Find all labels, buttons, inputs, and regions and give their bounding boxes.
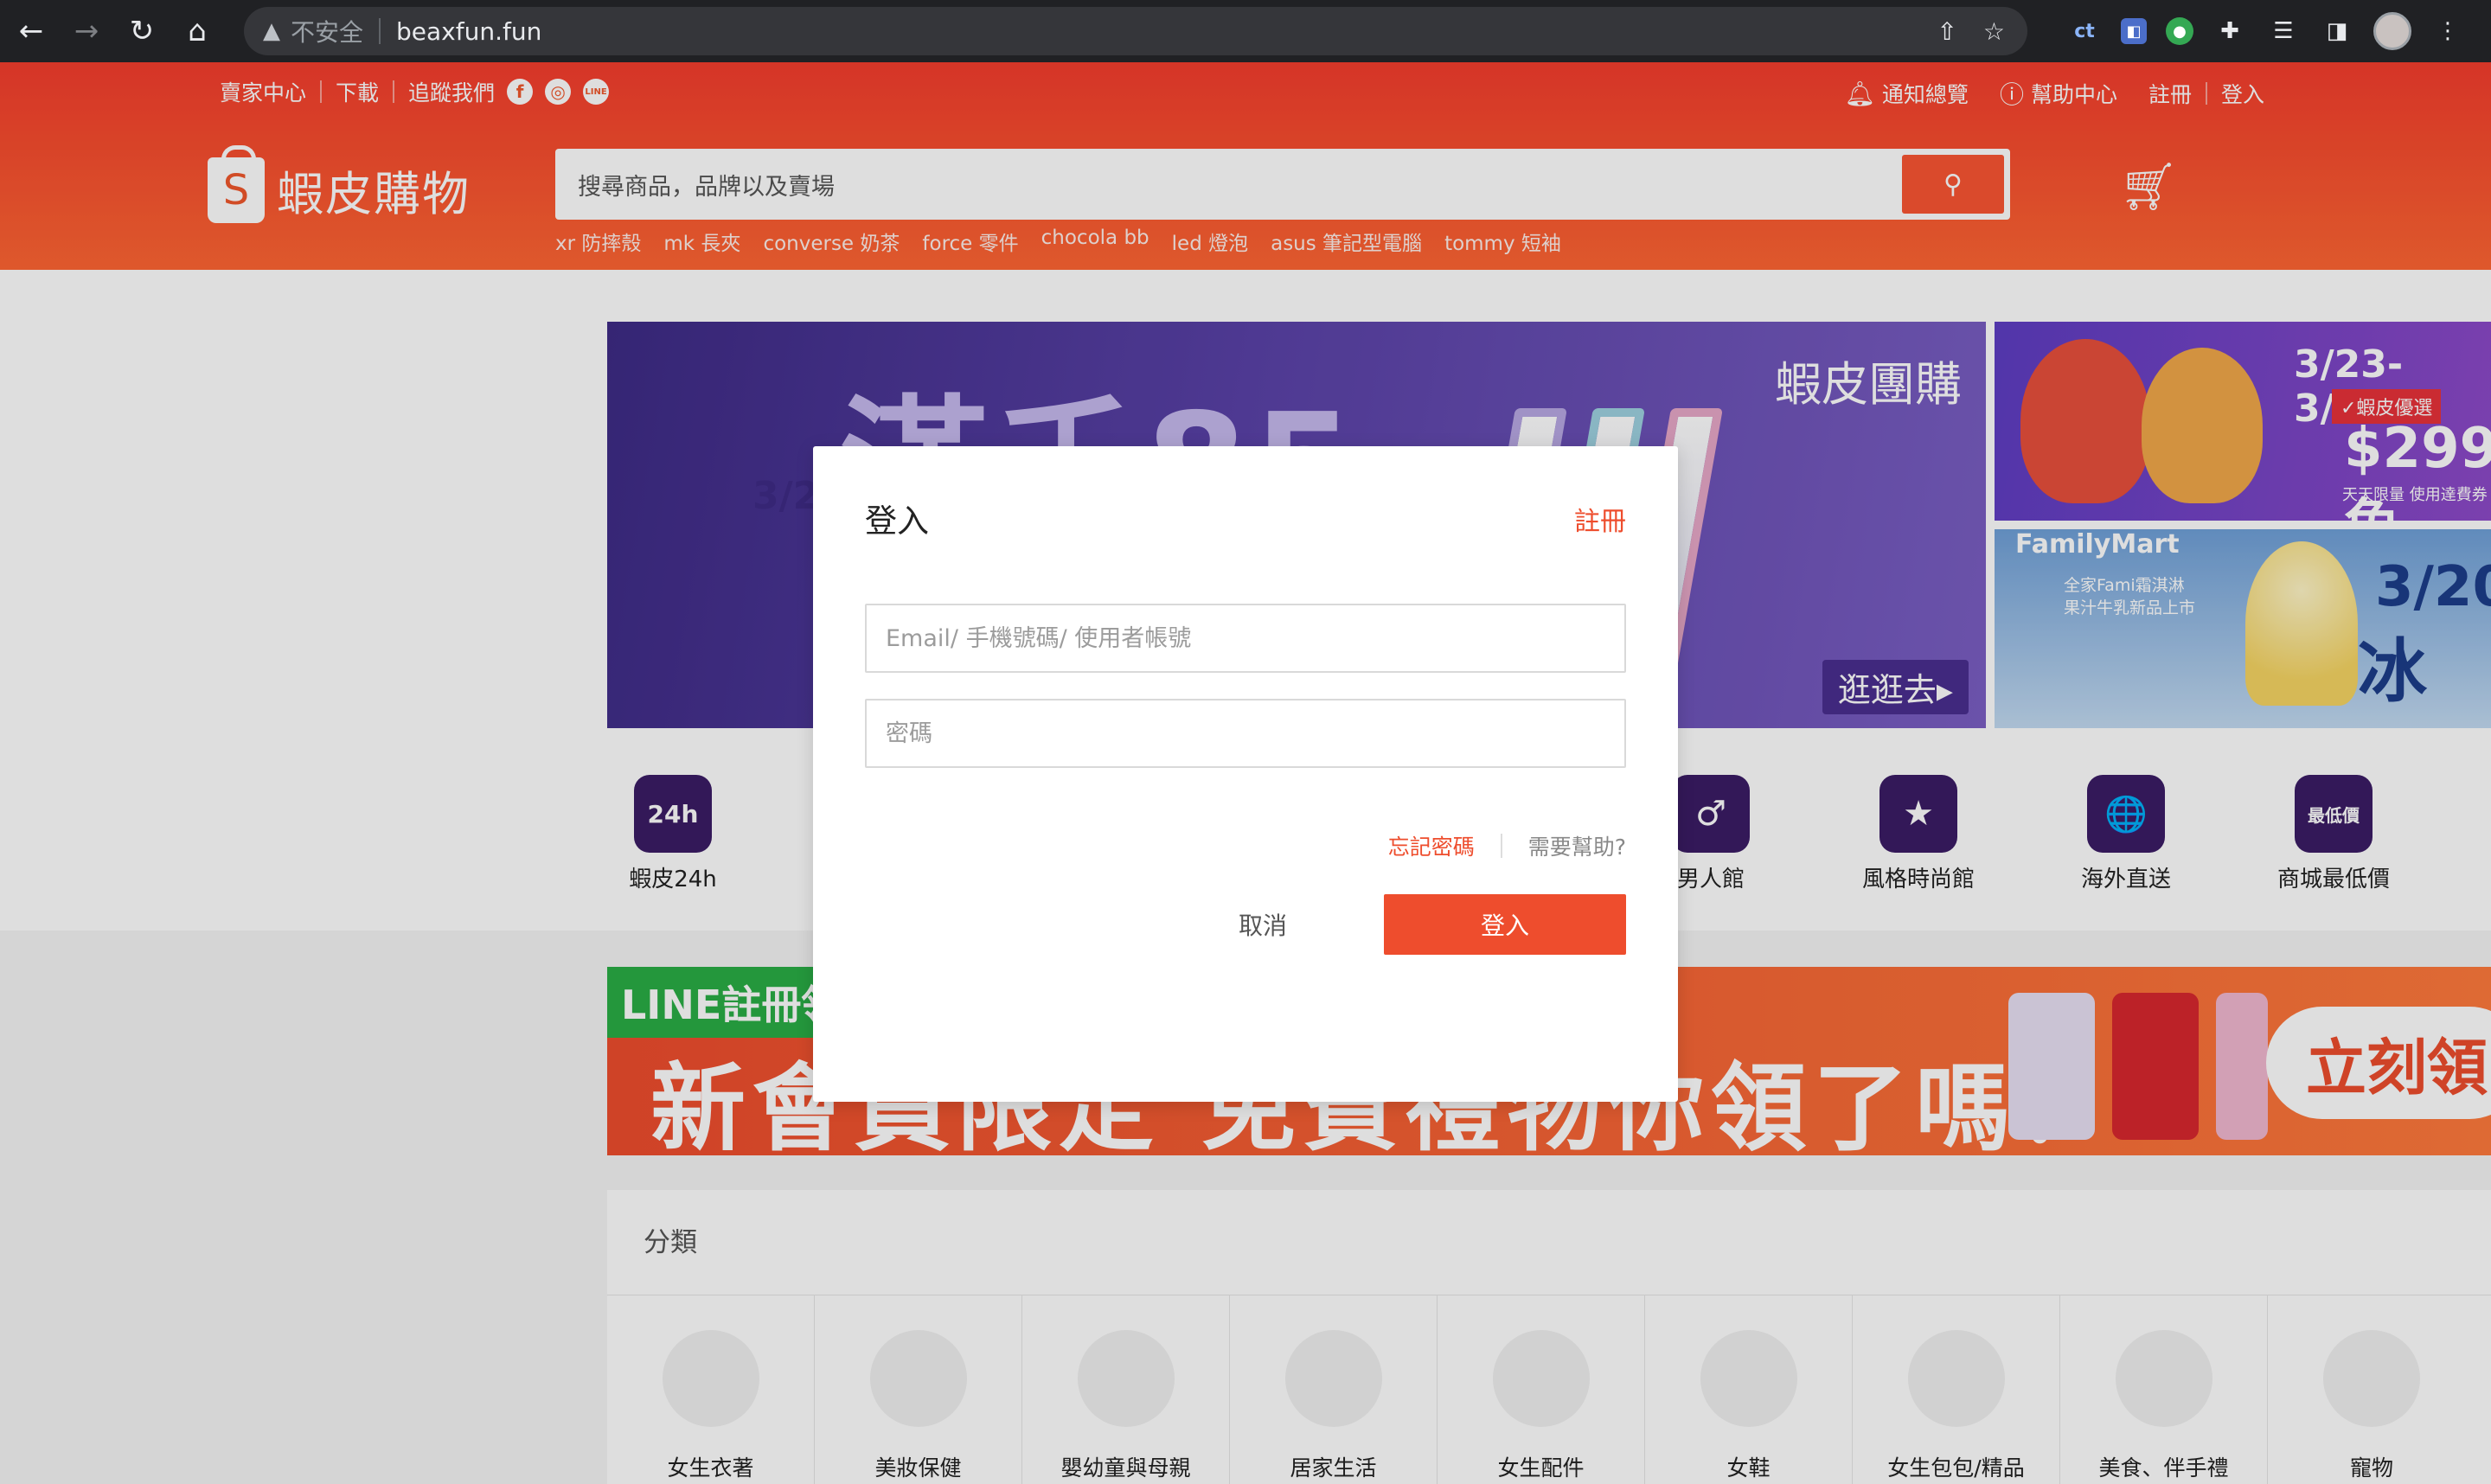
links-divider: [1500, 834, 1502, 858]
warning-icon: ▲: [263, 18, 280, 44]
back-arrow-icon[interactable]: ←: [7, 7, 55, 55]
address-bar[interactable]: ▲ 不安全 beaxfun.fun ⇧ ☆: [244, 7, 2027, 55]
ct-extension-icon[interactable]: ct: [2067, 14, 2102, 48]
cancel-button[interactable]: 取消: [1159, 894, 1367, 955]
login-modal: 登入 註冊 忘記密碼 需要幫助? 取消 登入: [813, 446, 1678, 1102]
modal-register-link[interactable]: 註冊: [1574, 500, 1626, 538]
home-icon[interactable]: ⌂: [173, 7, 221, 55]
address-divider: [379, 18, 381, 44]
translate-extension-icon[interactable]: ◧: [2121, 18, 2147, 44]
share-icon[interactable]: ⇧: [1937, 17, 1956, 46]
bookmark-star-icon[interactable]: ☆: [1983, 17, 2005, 46]
green-extension-icon[interactable]: ●: [2166, 17, 2193, 45]
side-panel-icon[interactable]: ◨: [2320, 14, 2354, 48]
need-help-link[interactable]: 需要幫助?: [1528, 830, 1626, 861]
browser-toolbar: ← → ↻ ⌂ ▲ 不安全 beaxfun.fun ⇧ ☆ ct ◧ ● ✚ ☰…: [0, 0, 2491, 62]
login-button[interactable]: 登入: [1384, 894, 1626, 955]
url-text: beaxfun.fun: [396, 16, 542, 46]
security-label: 不安全: [291, 18, 364, 47]
forgot-password-link[interactable]: 忘記密碼: [1388, 830, 1475, 861]
modal-help-links: 忘記密碼 需要幫助?: [1388, 830, 1626, 861]
password-input[interactable]: [865, 699, 1626, 768]
reading-list-icon[interactable]: ☰: [2266, 14, 2301, 48]
forward-arrow-icon[interactable]: →: [62, 7, 111, 55]
reload-icon[interactable]: ↻: [118, 7, 166, 55]
puzzle-extensions-icon[interactable]: ✚: [2212, 14, 2247, 48]
more-menu-icon[interactable]: ⋮: [2430, 14, 2465, 48]
modal-title: 登入: [865, 502, 929, 540]
username-input[interactable]: [865, 604, 1626, 673]
profile-avatar[interactable]: [2373, 12, 2411, 50]
